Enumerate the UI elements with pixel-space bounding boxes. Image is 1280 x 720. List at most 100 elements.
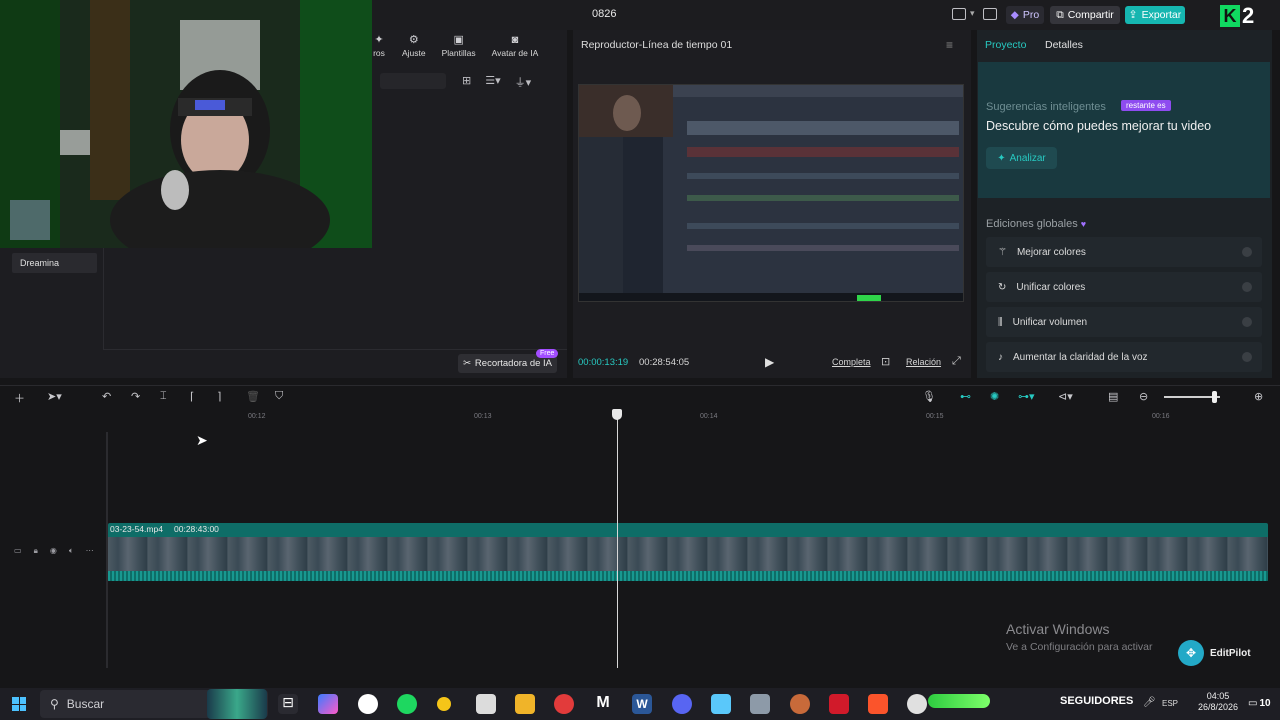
trim-start-icon[interactable]: ⌈	[190, 390, 194, 403]
zoom-slider-handle[interactable]	[1212, 391, 1217, 403]
tab-ai-avatar[interactable]: ◙ Avatar de IA	[492, 34, 539, 64]
sliders-icon: ⚙	[408, 34, 419, 46]
toggle-switch[interactable]	[1242, 282, 1252, 292]
editpilot-button[interactable]: ✥ EditPilot	[1178, 640, 1263, 666]
zoom-in-icon[interactable]: ⊕	[1254, 390, 1263, 403]
quality-button[interactable]: Completa	[832, 357, 871, 367]
play-button[interactable]: ▶	[765, 355, 777, 369]
render-icon[interactable]: ▤	[1108, 390, 1118, 403]
tab-effects[interactable]: ✦ ros	[372, 34, 386, 64]
undo-icon[interactable]: ↶	[102, 390, 111, 403]
eye-icon[interactable]: ◉	[50, 546, 57, 560]
app-yellow-icon[interactable]	[437, 697, 451, 711]
windows-start-icon[interactable]	[12, 697, 26, 711]
share-button[interactable]: ⧉ Compartir	[1050, 6, 1120, 24]
grid-view-icon[interactable]: ⊞	[462, 74, 471, 90]
toggle-switch[interactable]	[1242, 317, 1252, 327]
media-player-icon[interactable]	[554, 694, 574, 714]
toggle-switch[interactable]	[1242, 352, 1252, 362]
ai-cut-icon[interactable]: ✺	[990, 390, 999, 403]
mic-tray-icon[interactable]: 🎤︎	[1143, 697, 1156, 708]
lock-icon[interactable]: 🔒︎	[34, 546, 38, 560]
file-explorer-icon[interactable]	[515, 694, 535, 714]
calculator-icon[interactable]	[750, 694, 770, 714]
ratio-button[interactable]: Relación	[906, 357, 941, 367]
fullscreen-icon[interactable]: ⤢	[952, 355, 961, 368]
select-tool-icon[interactable]: ➤▾	[47, 390, 62, 403]
global-edit-voice-clarity[interactable]: ♪ Aumentar la claridad de la voz	[986, 342, 1262, 372]
copilot-icon[interactable]	[318, 694, 338, 714]
speed-icon[interactable]: ⊲▾	[1058, 390, 1073, 403]
obs-icon[interactable]	[358, 694, 378, 714]
notification-center[interactable]: ▭ 10	[1248, 695, 1271, 711]
global-edit-unify-colors[interactable]: ↻ Unificar colores	[986, 272, 1262, 302]
pro-button[interactable]: ◆ Pro	[1006, 6, 1044, 24]
spotify-icon[interactable]	[397, 694, 417, 714]
chat-icon: ▭	[1248, 697, 1258, 709]
playhead-handle[interactable]	[612, 409, 622, 420]
folder-item-dreamina[interactable]: Dreamina	[12, 253, 97, 273]
tab-label: Ajuste	[402, 48, 426, 58]
discord-icon[interactable]	[672, 694, 692, 714]
playhead-line[interactable]	[617, 416, 618, 668]
circle-app-icon[interactable]	[907, 694, 927, 714]
aurora-widget[interactable]	[207, 689, 267, 719]
sort-icon[interactable]: ☰▾	[485, 74, 500, 90]
word-icon[interactable]: W	[632, 694, 652, 714]
redo-icon[interactable]: ↷	[131, 390, 140, 403]
layout-icon[interactable]	[952, 8, 966, 20]
suggestions-headline: Descubre cómo puedes mejorar tu video	[986, 119, 1212, 133]
global-edit-unify-volume[interactable]: ⫼ Unificar volumen	[986, 307, 1262, 337]
zoom-out-icon[interactable]: ⊖	[1139, 390, 1148, 403]
shield-icon[interactable]	[476, 694, 496, 714]
toggle-switch[interactable]	[1242, 247, 1252, 257]
add-track-icon[interactable]: ＋	[14, 390, 25, 406]
global-edit-label: Unificar colores	[1016, 281, 1086, 293]
filter-icon[interactable]: ⏚▾	[515, 74, 532, 90]
tab-adjust[interactable]: ⚙ Ajuste	[402, 34, 426, 64]
activation-watermark-text: Ve a Configuración para activar	[1006, 641, 1153, 653]
media-search-input[interactable]	[380, 73, 446, 89]
snap-icon[interactable]: ⊶▾	[1018, 390, 1035, 403]
marker-icon[interactable]: ⛉	[275, 390, 283, 403]
task-view-icon[interactable]: ⊟	[278, 694, 298, 714]
global-edit-enhance-colors[interactable]: ⚚ Mejorar colores	[986, 237, 1262, 267]
diamond-icon: ◆	[1010, 9, 1019, 21]
overlay-number: 2	[1242, 3, 1255, 28]
fl-studio-icon[interactable]	[790, 694, 810, 714]
current-time: 00:00:13:19	[578, 357, 629, 368]
language-indicator[interactable]: ESP	[1162, 699, 1178, 708]
capcut-m-icon[interactable]: M	[593, 694, 613, 714]
speaker-icon[interactable]: 🔈︎	[69, 546, 74, 560]
red-app-icon[interactable]	[829, 694, 849, 714]
more-icon[interactable]: ⋯	[86, 546, 94, 560]
kick-overlay: K 2	[1220, 3, 1270, 28]
delete-icon[interactable]: 🗑	[246, 390, 260, 403]
search-placeholder: Buscar	[66, 697, 105, 711]
ruler-label: 00:12	[248, 413, 266, 420]
video-preview[interactable]	[578, 84, 964, 302]
analyze-button[interactable]: ✦ Analizar	[986, 147, 1057, 169]
export-button[interactable]: ⇪ Exportar	[1125, 6, 1185, 24]
keyboard-icon[interactable]	[983, 8, 997, 20]
export-label: Exportar	[1141, 9, 1182, 21]
snapshot-icon[interactable]: ⊡	[881, 355, 890, 368]
tab-details[interactable]: Detalles	[1045, 39, 1083, 51]
link-icon[interactable]: ⊷	[960, 390, 971, 403]
trim-end-icon[interactable]: ⌉	[217, 390, 221, 403]
chevron-down-icon[interactable]: ▾	[970, 8, 975, 19]
share-icon: ⧉	[1056, 8, 1064, 21]
microphone-icon[interactable]: 🎙	[922, 390, 936, 403]
timeline-ruler[interactable]	[108, 410, 1280, 424]
tab-project[interactable]: Proyecto	[985, 39, 1026, 51]
ruler-label: 00:13	[474, 413, 492, 420]
tab-templates[interactable]: ▣ Plantillas	[442, 34, 476, 64]
cloud-app-icon[interactable]	[711, 694, 731, 714]
menu-icon[interactable]: ≡	[946, 38, 953, 52]
templates-icon: ▣	[453, 34, 464, 46]
brave-icon[interactable]	[868, 694, 888, 714]
avatar-icon: ◙	[511, 34, 519, 46]
split-icon[interactable]: ⌶	[160, 390, 167, 403]
clock[interactable]: 04:05 26/8/2026	[1198, 691, 1238, 713]
ruler-label: 00:15	[926, 413, 944, 420]
